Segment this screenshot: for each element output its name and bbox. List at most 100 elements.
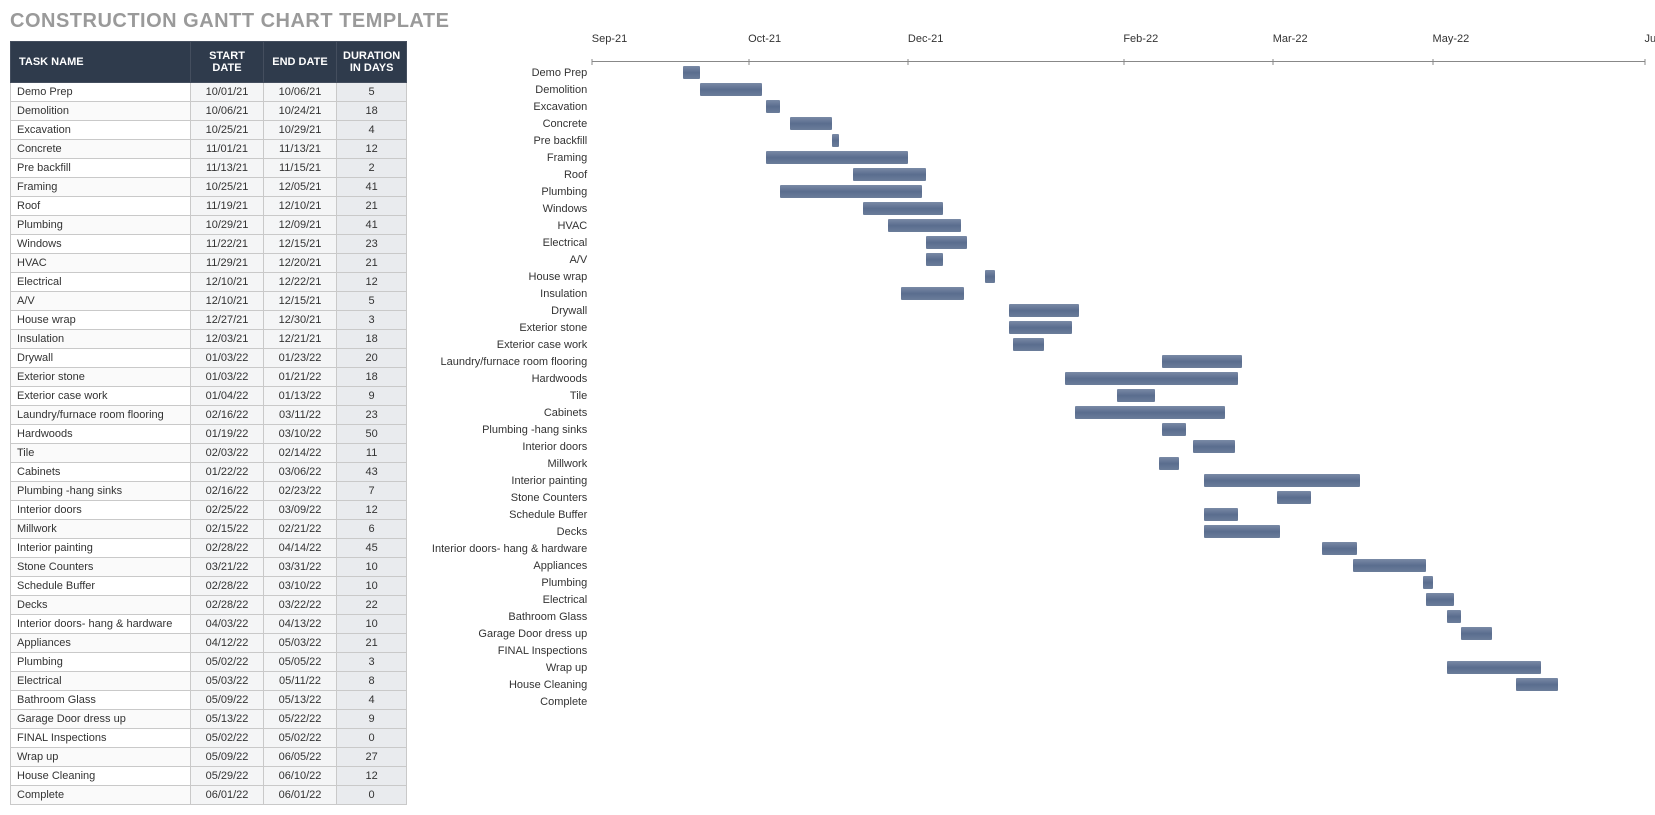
gantt-track [592, 455, 1645, 472]
gantt-row-label: Wrap up [427, 662, 592, 674]
gantt-track [592, 370, 1645, 387]
cell-start: 01/19/22 [191, 425, 264, 444]
gantt-row-label: Hardwoods [427, 373, 592, 385]
gantt-bar [1461, 627, 1492, 640]
gantt-row: Interior doors- hang & hardware [427, 540, 1645, 557]
cell-dur: 41 [337, 178, 407, 197]
table-row: Schedule Buffer02/28/2203/10/2210 [11, 577, 407, 596]
gantt-row-label: Pre backfill [427, 135, 592, 147]
gantt-row: Millwork [427, 455, 1645, 472]
gantt-bar [901, 287, 964, 300]
gantt-row: A/V [427, 251, 1645, 268]
gantt-bar [832, 134, 839, 147]
cell-task: Concrete [11, 140, 191, 159]
gantt-axis: Sep-21Oct-21Dec-21Feb-22Mar-22May-22Jul-… [592, 45, 1645, 62]
cell-start: 12/27/21 [191, 311, 264, 330]
cell-end: 12/15/21 [264, 292, 337, 311]
table-row: Garage Door dress up05/13/2205/22/229 [11, 710, 407, 729]
cell-task: Insulation [11, 330, 191, 349]
gantt-row-label: Windows [427, 203, 592, 215]
table-row: Plumbing05/02/2205/05/223 [11, 653, 407, 672]
cell-start: 02/03/22 [191, 444, 264, 463]
table-row: Bathroom Glass05/09/2205/13/224 [11, 691, 407, 710]
cell-dur: 9 [337, 387, 407, 406]
cell-dur: 27 [337, 748, 407, 767]
gantt-row: House wrap [427, 268, 1645, 285]
cell-dur: 18 [337, 102, 407, 121]
table-row: Tile02/03/2202/14/2211 [11, 444, 407, 463]
gantt-row-label: Plumbing -hang sinks [427, 424, 592, 436]
cell-start: 05/09/22 [191, 691, 264, 710]
cell-task: Interior painting [11, 539, 191, 558]
gantt-row-label: Plumbing [427, 186, 592, 198]
gantt-bar [766, 100, 780, 113]
table-row: Cabinets01/22/2203/06/2243 [11, 463, 407, 482]
gantt-row: Appliances [427, 557, 1645, 574]
col-header-task: TASK NAME [11, 42, 191, 83]
gantt-bar [1353, 559, 1426, 572]
col-header-end: END DATE [264, 42, 337, 83]
cell-end: 02/14/22 [264, 444, 337, 463]
cell-task: A/V [11, 292, 191, 311]
col-header-dur: DURATION IN DAYS [337, 42, 407, 83]
cell-start: 06/01/22 [191, 786, 264, 805]
table-row: A/V12/10/2112/15/215 [11, 292, 407, 311]
cell-end: 05/03/22 [264, 634, 337, 653]
gantt-row-label: Exterior stone [427, 322, 592, 334]
cell-task: Windows [11, 235, 191, 254]
gantt-track [592, 319, 1645, 336]
cell-start: 10/06/21 [191, 102, 264, 121]
gantt-bar [1204, 525, 1280, 538]
cell-task: Roof [11, 197, 191, 216]
cell-dur: 45 [337, 539, 407, 558]
gantt-track [592, 234, 1645, 251]
gantt-bar [888, 219, 961, 232]
cell-dur: 12 [337, 140, 407, 159]
cell-end: 05/22/22 [264, 710, 337, 729]
cell-task: Interior doors [11, 501, 191, 520]
gantt-bar [1117, 389, 1155, 402]
cell-end: 05/02/22 [264, 729, 337, 748]
cell-end: 11/13/21 [264, 140, 337, 159]
gantt-row-label: Demolition [427, 84, 592, 96]
table-row: Interior doors- hang & hardware04/03/220… [11, 615, 407, 634]
table-row: Windows11/22/2112/15/2123 [11, 235, 407, 254]
table-row: Exterior stone01/03/2201/21/2218 [11, 368, 407, 387]
gantt-bar [1013, 338, 1044, 351]
gantt-bar [1447, 610, 1461, 623]
cell-dur: 21 [337, 634, 407, 653]
cell-end: 01/23/22 [264, 349, 337, 368]
cell-task: Cabinets [11, 463, 191, 482]
cell-task: Bathroom Glass [11, 691, 191, 710]
gantt-track [592, 81, 1645, 98]
cell-dur: 3 [337, 311, 407, 330]
cell-dur: 21 [337, 254, 407, 273]
gantt-row-label: House wrap [427, 271, 592, 283]
gantt-bar [863, 202, 943, 215]
cell-task: Decks [11, 596, 191, 615]
cell-dur: 10 [337, 577, 407, 596]
cell-end: 12/22/21 [264, 273, 337, 292]
gantt-row-label: Interior doors- hang & hardware [427, 543, 592, 555]
cell-task: Framing [11, 178, 191, 197]
gantt-track [592, 404, 1645, 421]
table-row: FINAL Inspections05/02/2205/02/220 [11, 729, 407, 748]
gantt-track [592, 387, 1645, 404]
axis-tick: Jul-22 [1645, 47, 1646, 65]
cell-end: 10/06/21 [264, 83, 337, 102]
cell-start: 11/22/21 [191, 235, 264, 254]
cell-dur: 50 [337, 425, 407, 444]
gantt-track [592, 574, 1645, 591]
gantt-row-label: Complete [427, 696, 592, 708]
gantt-track [592, 149, 1645, 166]
gantt-row-label: Exterior case work [427, 339, 592, 351]
gantt-row-label: Stone Counters [427, 492, 592, 504]
cell-dur: 9 [337, 710, 407, 729]
gantt-row: Demolition [427, 81, 1645, 98]
gantt-track [592, 285, 1645, 302]
cell-start: 02/15/22 [191, 520, 264, 539]
gantt-bar [1447, 661, 1541, 674]
gantt-track [592, 489, 1645, 506]
cell-end: 11/15/21 [264, 159, 337, 178]
table-row: Drywall01/03/2201/23/2220 [11, 349, 407, 368]
